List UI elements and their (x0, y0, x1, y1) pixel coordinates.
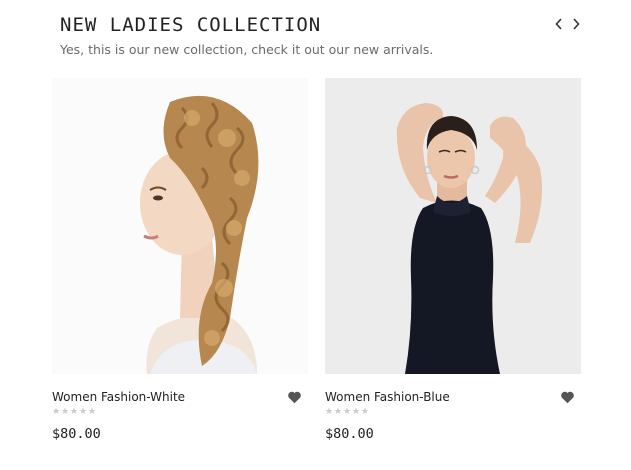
star-icon (361, 407, 369, 414)
star-icon (52, 407, 60, 414)
product-image[interactable] (52, 78, 308, 374)
prev-button[interactable] (553, 16, 564, 32)
heart-icon (561, 391, 574, 404)
star-icon (325, 407, 333, 414)
product-image[interactable] (325, 78, 581, 374)
rating-stars (325, 407, 369, 415)
product-card[interactable]: Women Fashion-White $80.00 (52, 78, 308, 442)
product-name[interactable]: Women Fashion-White (52, 390, 185, 404)
star-icon (79, 407, 87, 414)
rating-stars (52, 407, 96, 415)
star-icon (352, 407, 360, 414)
chevron-right-icon (572, 18, 580, 30)
carousel-nav (553, 16, 581, 32)
product-name[interactable]: Women Fashion-Blue (325, 390, 450, 404)
product-card[interactable]: Women Fashion-Blue $80.00 (325, 78, 581, 442)
chevron-left-icon (554, 18, 562, 30)
star-icon (61, 407, 69, 414)
wishlist-button[interactable] (560, 389, 575, 404)
next-button[interactable] (570, 16, 581, 32)
star-icon (70, 407, 78, 414)
star-icon (334, 407, 342, 414)
product-price: $80.00 (52, 426, 101, 442)
section-title: NEW LADIES COLLECTION (60, 14, 322, 36)
heart-icon (288, 391, 301, 404)
woman-curly-blonde-hair-photo (52, 78, 308, 374)
woman-black-dress-photo (325, 78, 581, 374)
product-price: $80.00 (325, 426, 374, 442)
star-icon (343, 407, 351, 414)
wishlist-button[interactable] (287, 389, 302, 404)
section-subtitle: Yes, this is our new collection, check i… (60, 42, 434, 57)
star-icon (88, 407, 96, 414)
